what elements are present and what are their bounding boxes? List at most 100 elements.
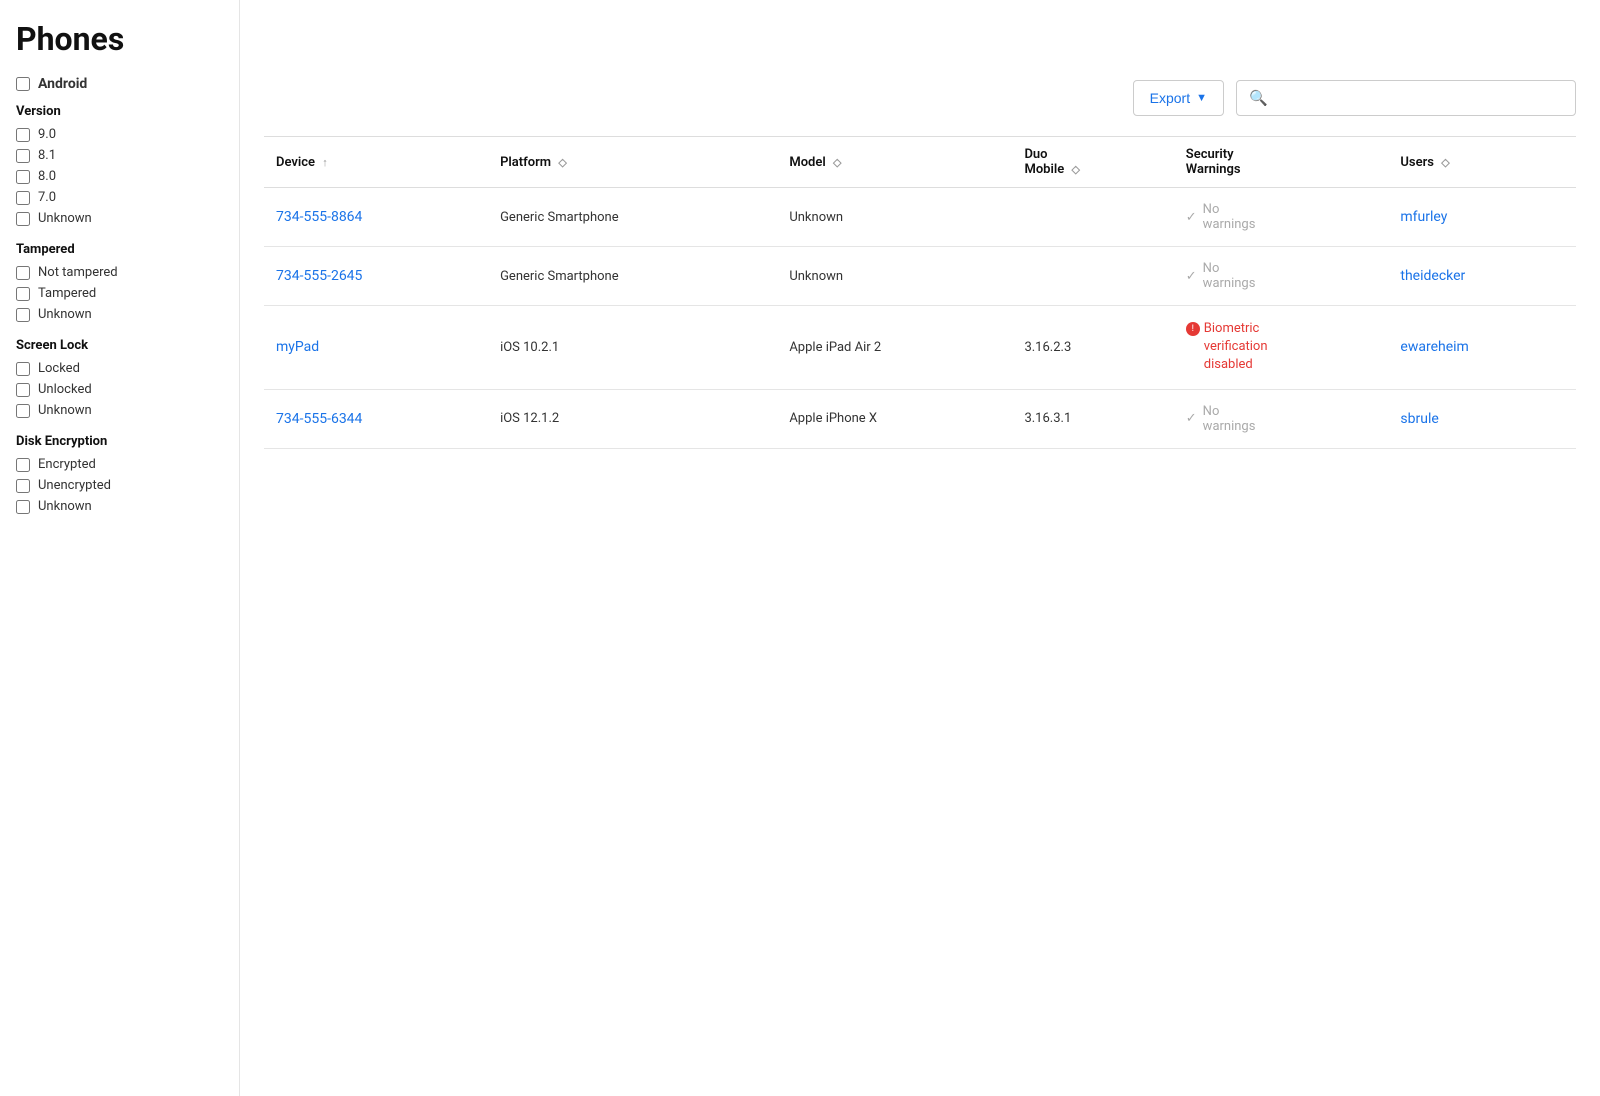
cell-duo-mobile: 3.16.2.3: [1012, 306, 1173, 390]
version-80-checkbox[interactable]: [16, 170, 30, 184]
table-row: 734-555-6344iOS 12.1.2Apple iPhone X3.16…: [264, 389, 1576, 448]
table-row: myPadiOS 10.2.1Apple iPad Air 23.16.2.3!…: [264, 306, 1576, 390]
cell-security-warnings: ✓Nowarnings: [1174, 247, 1389, 306]
no-warnings-text: Nowarnings: [1203, 261, 1256, 291]
screenlock-unlocked[interactable]: Unlocked: [16, 382, 223, 397]
android-checkbox[interactable]: [16, 77, 30, 91]
encryption-unencrypted-label: Unencrypted: [38, 478, 111, 493]
version-81-label: 8.1: [38, 148, 56, 163]
version-90[interactable]: 9.0: [16, 127, 223, 142]
version-90-label: 9.0: [38, 127, 56, 142]
check-icon: ✓: [1186, 411, 1197, 426]
column-security-warnings-label: SecurityWarnings: [1186, 147, 1241, 177]
tampered-filter-section: Tampered Not tampered Tampered Unknown: [16, 242, 223, 322]
version-unknown-label: Unknown: [38, 211, 92, 226]
check-icon: ✓: [1186, 210, 1197, 225]
version-filter-section: Version 9.0 8.1 8.0 7.0 Unknown: [16, 104, 223, 226]
version-section-title: Version: [16, 104, 223, 119]
tampered-unknown[interactable]: Unknown: [16, 307, 223, 322]
column-platform-sort-icon: ◇: [558, 156, 566, 169]
column-users-label: Users: [1400, 155, 1434, 170]
cell-platform: Generic Smartphone: [488, 188, 777, 247]
cell-model: Apple iPhone X: [777, 389, 1012, 448]
column-duo-mobile[interactable]: DuoMobile ◇: [1012, 137, 1173, 188]
chevron-down-icon: ▼: [1196, 92, 1207, 104]
user-link[interactable]: ewareheim: [1400, 339, 1468, 355]
version-70-label: 7.0: [38, 190, 56, 205]
cell-device: 734-555-8864: [264, 188, 488, 247]
android-filter-header: Android: [16, 76, 223, 92]
user-link[interactable]: theidecker: [1400, 268, 1465, 284]
search-input[interactable]: [1276, 90, 1563, 106]
cell-model: Apple iPad Air 2: [777, 306, 1012, 390]
page-title: Phones: [16, 20, 223, 58]
table-row: 734-555-8864 Generic SmartphoneUnknown ✓ No…: [264, 188, 1576, 247]
cell-security-warnings: ✓ Nowarnings: [1174, 389, 1389, 448]
cell-platform: iOS 10.2.1: [488, 306, 777, 390]
tampered-not[interactable]: Not tampered: [16, 265, 223, 280]
encryption-unencrypted-checkbox[interactable]: [16, 479, 30, 493]
no-warnings-text: Nowarnings: [1203, 202, 1256, 232]
user-link[interactable]: mfurley: [1400, 209, 1447, 225]
encryption-unencrypted[interactable]: Unencrypted: [16, 478, 223, 493]
cell-model: Unknown: [777, 188, 1012, 247]
user-link[interactable]: sbrule: [1400, 411, 1438, 427]
screenlock-locked-checkbox[interactable]: [16, 362, 30, 376]
version-unknown-checkbox[interactable]: [16, 212, 30, 226]
version-80[interactable]: 8.0: [16, 169, 223, 184]
cell-platform: iOS 12.1.2: [488, 389, 777, 448]
screenlock-unknown-checkbox[interactable]: [16, 404, 30, 418]
version-90-checkbox[interactable]: [16, 128, 30, 142]
biometric-warning-text: Biometricverificationdisabled: [1204, 320, 1268, 375]
tampered-section-title: Tampered: [16, 242, 223, 257]
tampered-not-checkbox[interactable]: [16, 266, 30, 280]
encryption-encrypted-checkbox[interactable]: [16, 458, 30, 472]
tampered-yes-checkbox[interactable]: [16, 287, 30, 301]
screenlock-section-title: Screen Lock: [16, 338, 223, 353]
column-platform[interactable]: Platform ◇: [488, 137, 777, 188]
screenlock-unlocked-label: Unlocked: [38, 382, 92, 397]
version-70-checkbox[interactable]: [16, 191, 30, 205]
version-70[interactable]: 7.0: [16, 190, 223, 205]
device-link[interactable]: 734-555-8864: [276, 209, 362, 225]
tampered-unknown-label: Unknown: [38, 307, 92, 322]
screenlock-locked[interactable]: Locked: [16, 361, 223, 376]
toolbar: Export ▼ 🔍: [264, 80, 1576, 116]
version-81[interactable]: 8.1: [16, 148, 223, 163]
column-users[interactable]: Users ◇: [1388, 137, 1576, 188]
tampered-yes[interactable]: Tampered: [16, 286, 223, 301]
version-81-checkbox[interactable]: [16, 149, 30, 163]
encryption-unknown-checkbox[interactable]: [16, 500, 30, 514]
version-unknown[interactable]: Unknown: [16, 211, 223, 226]
export-button[interactable]: Export ▼: [1133, 80, 1224, 116]
screenlock-filter-section: Screen Lock Locked Unlocked Unknown: [16, 338, 223, 418]
android-label: Android: [38, 76, 87, 92]
cell-users: ewareheim: [1388, 306, 1576, 390]
encryption-unknown[interactable]: Unknown: [16, 499, 223, 514]
diskencryption-filter-section: Disk Encryption Encrypted Unencrypted Un…: [16, 434, 223, 514]
encryption-unknown-label: Unknown: [38, 499, 92, 514]
cell-model: Unknown: [777, 247, 1012, 306]
tampered-yes-label: Tampered: [38, 286, 96, 301]
device-link[interactable]: 734-555-2645: [276, 268, 362, 284]
search-icon: 🔍: [1249, 89, 1268, 107]
no-warnings-text: Nowarnings: [1203, 404, 1256, 434]
sidebar: Phones Android Version 9.0 8.1 8.0 7.0: [0, 0, 240, 1096]
column-device[interactable]: Device ↑: [264, 137, 488, 188]
cell-device: myPad: [264, 306, 488, 390]
version-80-label: 8.0: [38, 169, 56, 184]
diskencryption-section-title: Disk Encryption: [16, 434, 223, 449]
tampered-unknown-checkbox[interactable]: [16, 308, 30, 322]
device-link[interactable]: 734-555-6344: [276, 411, 362, 427]
search-box: 🔍: [1236, 80, 1576, 116]
encryption-encrypted[interactable]: Encrypted: [16, 457, 223, 472]
screenlock-locked-label: Locked: [38, 361, 80, 376]
cell-platform: Generic Smartphone: [488, 247, 777, 306]
device-link[interactable]: myPad: [276, 339, 319, 355]
screenlock-unlocked-checkbox[interactable]: [16, 383, 30, 397]
cell-users: sbrule: [1388, 389, 1576, 448]
screenlock-unknown[interactable]: Unknown: [16, 403, 223, 418]
cell-security-warnings: ✓ Nowarnings: [1174, 188, 1389, 247]
phones-table: Device ↑ Platform ◇ Model ◇ DuoMobile ◇: [264, 136, 1576, 449]
column-model[interactable]: Model ◇: [777, 137, 1012, 188]
